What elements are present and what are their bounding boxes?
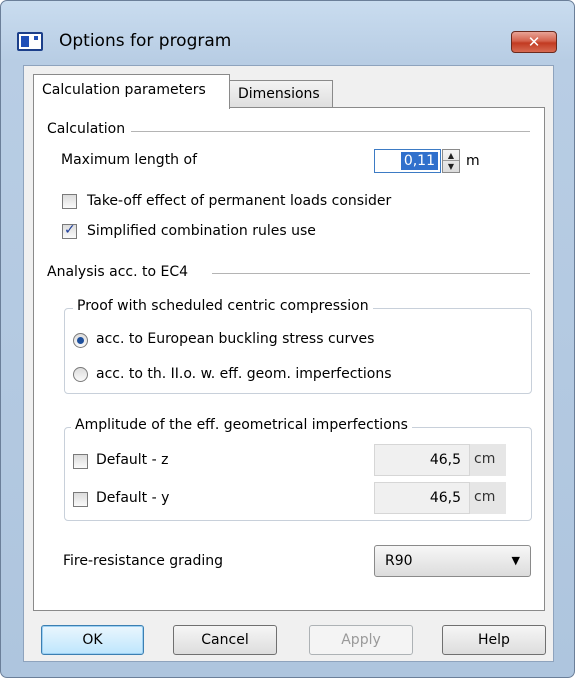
close-button[interactable]: ✕ <box>511 31 557 53</box>
analysis-group-label: Analysis acc. to EC4 <box>47 264 195 280</box>
default-y-unit: cm <box>470 482 506 514</box>
takeoff-label: Take-off effect of permanent loads consi… <box>87 193 392 209</box>
help-button[interactable]: Help <box>442 625 546 655</box>
dialog-client-area: Calculation parameters Dimensions Calcul… <box>23 65 554 662</box>
app-icon <box>17 32 43 51</box>
tab-calculation-parameters[interactable]: Calculation parameters <box>33 74 230 109</box>
fire-resistance-select[interactable]: R90 ▼ <box>374 545 531 577</box>
chevron-down-icon: ▼ <box>511 554 520 567</box>
title-bar[interactable]: Options for program ✕ <box>1 1 574 53</box>
takeoff-checkbox[interactable] <box>62 194 77 209</box>
spin-up-icon[interactable]: ▲ <box>443 150 459 161</box>
proof-legend: Proof with scheduled centric compression <box>73 298 373 314</box>
radio-imperfections[interactable] <box>73 367 88 382</box>
fire-resistance-label: Fire-resistance grading <box>63 553 224 569</box>
calculation-divider <box>124 131 530 132</box>
analysis-divider <box>212 273 530 274</box>
radio-european-curves[interactable] <box>73 333 88 348</box>
close-icon: ✕ <box>527 33 541 51</box>
max-length-label: Maximum length of <box>61 152 198 168</box>
cancel-button[interactable]: Cancel <box>173 625 277 655</box>
window-title: Options for program <box>59 31 232 51</box>
imperfections-label: acc. to th. II.o. w. eff. geom. imperfec… <box>96 366 392 382</box>
amplitude-legend: Amplitude of the eff. geometrical imperf… <box>71 417 412 433</box>
default-y-value: 46,5 <box>374 482 470 514</box>
simplified-checkbox[interactable] <box>62 222 77 239</box>
default-y-label: Default - y <box>96 490 170 506</box>
default-z-label: Default - z <box>96 452 169 468</box>
max-length-unit: m <box>466 153 480 169</box>
tab-dimensions[interactable]: Dimensions <box>229 80 333 108</box>
simplified-label: Simplified combination rules use <box>87 223 316 239</box>
default-z-value: 46,5 <box>374 444 470 476</box>
calculation-group-label: Calculation <box>47 121 132 137</box>
spin-down-icon[interactable]: ▼ <box>443 161 459 172</box>
fire-resistance-value: R90 <box>385 553 413 569</box>
dialog-window: Options for program ✕ Calculation parame… <box>0 0 575 678</box>
default-z-checkbox[interactable] <box>73 454 88 469</box>
european-curves-label: acc. to European buckling stress curves <box>96 331 375 347</box>
default-z-unit: cm <box>470 444 506 476</box>
max-length-value: 0,11 <box>400 152 438 170</box>
max-length-input[interactable]: 0,11 <box>374 149 441 173</box>
tab-panel: Calculation Maximum length of 0,11 ▲ ▼ m… <box>33 107 545 611</box>
ok-button[interactable]: OK <box>41 625 144 655</box>
max-length-spinner[interactable]: ▲ ▼ <box>442 149 460 173</box>
apply-button[interactable]: Apply <box>309 625 413 655</box>
default-y-checkbox[interactable] <box>73 492 88 507</box>
